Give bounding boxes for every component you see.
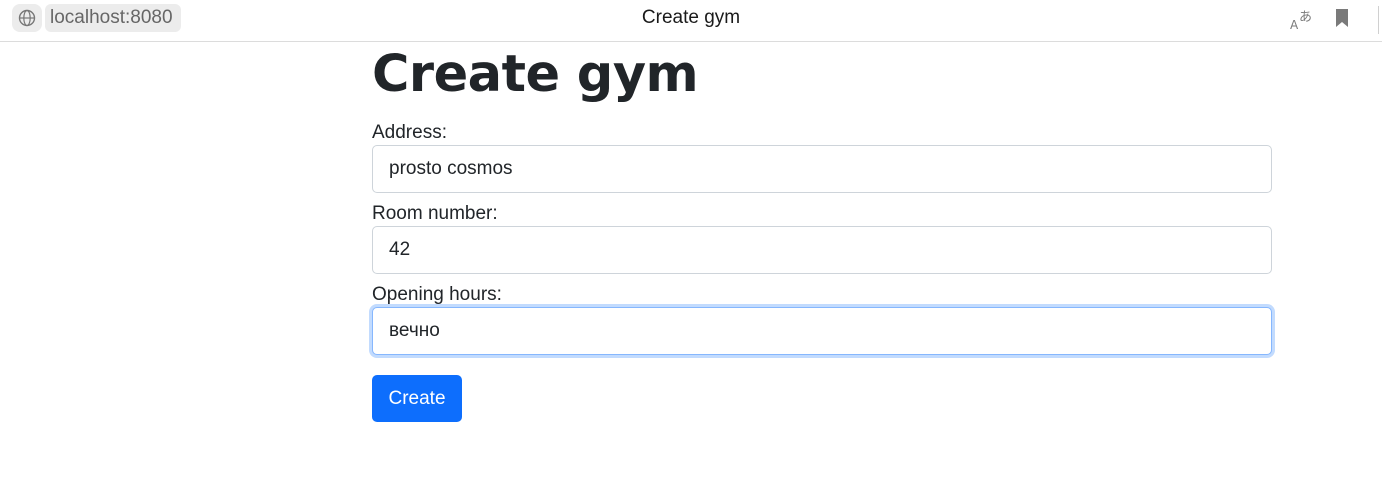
- create-gym-form: Create gym Address: Room number: Opening…: [372, 43, 1272, 422]
- translate-button[interactable]: A あ: [1288, 6, 1316, 32]
- address-input[interactable]: [372, 145, 1272, 193]
- page-title: Create gym: [372, 45, 699, 104]
- create-button[interactable]: Create: [372, 375, 462, 422]
- room-number-label: Room number:: [372, 203, 498, 224]
- browser-toolbar: localhost:8080 Create gym A あ: [0, 0, 1382, 42]
- bookmark-button[interactable]: [1334, 8, 1350, 28]
- opening-hours-label: Opening hours:: [372, 284, 502, 305]
- svg-text:A: A: [1290, 18, 1299, 32]
- address-label: Address:: [372, 122, 447, 143]
- opening-hours-input[interactable]: [372, 307, 1272, 355]
- room-number-input[interactable]: [372, 226, 1272, 274]
- translate-icon: A あ: [1290, 10, 1312, 32]
- toolbar-divider: [1378, 6, 1379, 34]
- tab-title: Create gym: [641, 7, 741, 28]
- bookmark-icon: [1336, 9, 1348, 27]
- svg-text:あ: あ: [1299, 10, 1312, 25]
